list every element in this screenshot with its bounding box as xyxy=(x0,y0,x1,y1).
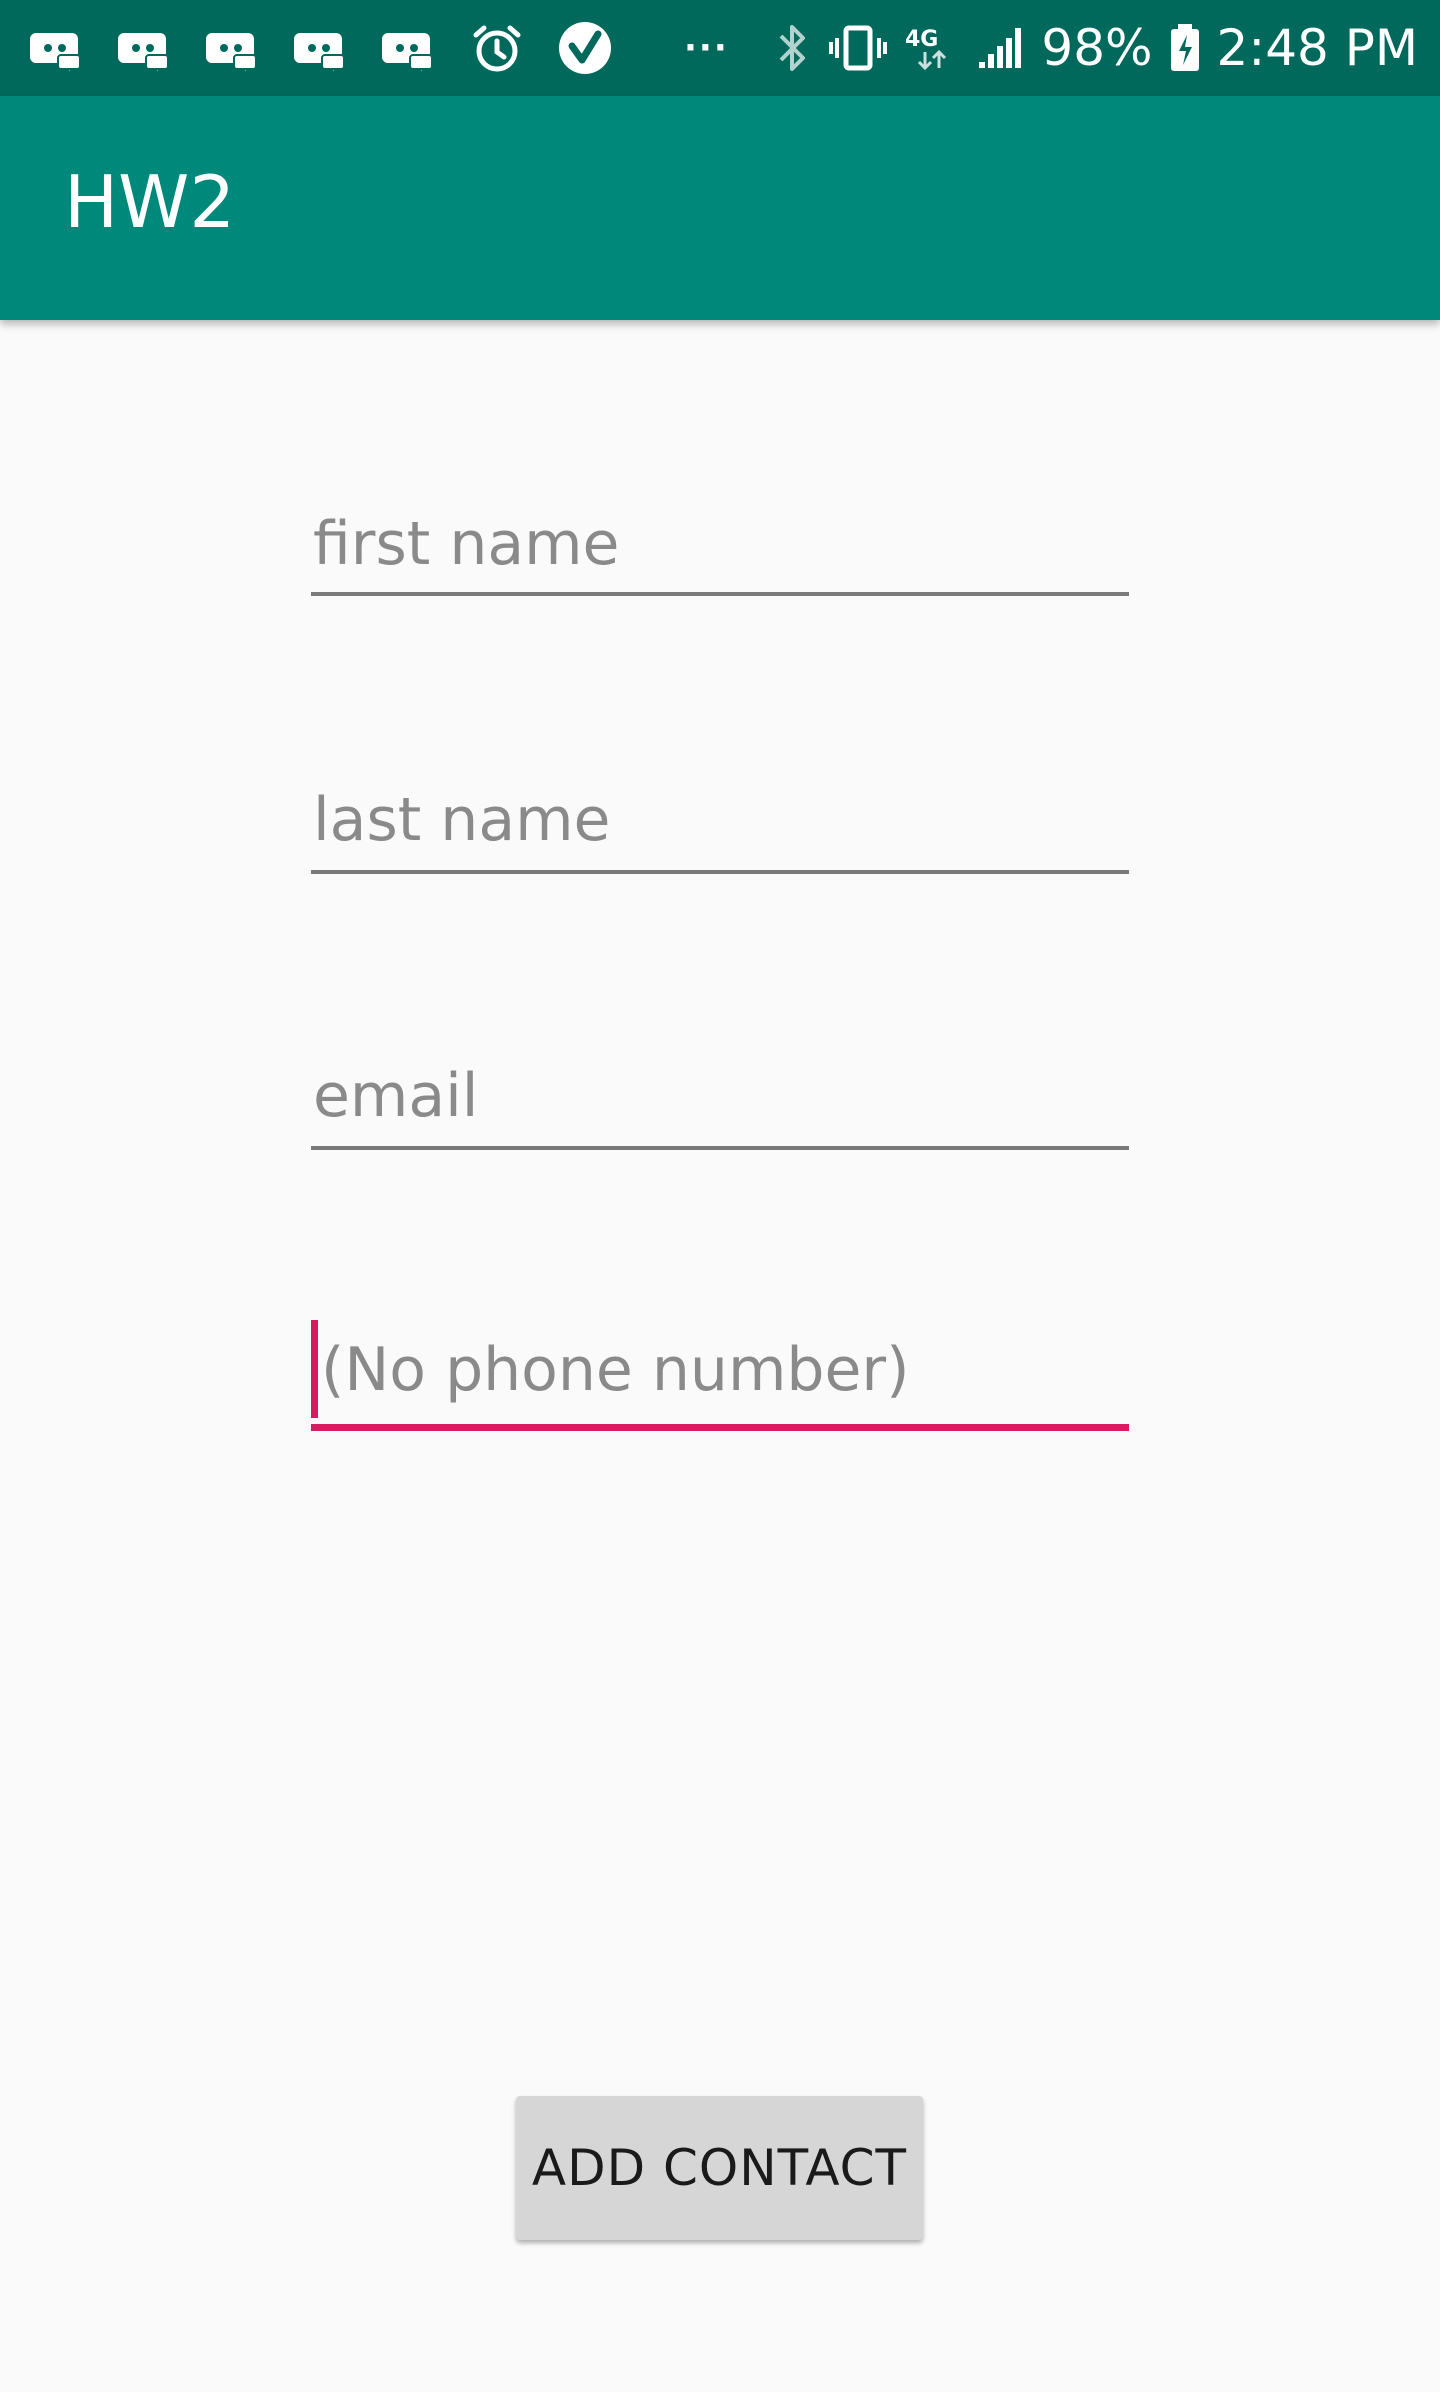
phone-underline xyxy=(311,1424,1129,1431)
add-contact-button[interactable]: ADD CONTACT xyxy=(516,2096,923,2240)
phone-field[interactable] xyxy=(311,1320,1129,1431)
last-name-underline xyxy=(311,870,1129,874)
clock-time: 2:48 PM xyxy=(1216,19,1418,77)
first-name-field[interactable] xyxy=(311,494,1129,604)
last-name-field[interactable] xyxy=(311,770,1129,880)
vibrate-icon xyxy=(827,20,889,76)
first-name-underline xyxy=(311,592,1129,596)
lte-4g-icon: 4G xyxy=(903,20,961,76)
text-cursor xyxy=(311,1320,318,1418)
status-bar: ··· 4G 98% 2:48 PM xyxy=(0,0,1440,96)
discord-icon xyxy=(28,19,86,77)
bluetooth-icon xyxy=(773,20,813,76)
signal-icon xyxy=(975,20,1027,76)
system-status: 4G 98% 2:48 PM xyxy=(773,0,1418,96)
email-field[interactable] xyxy=(311,1046,1129,1156)
notification-icons: ··· xyxy=(28,0,729,96)
app-title: HW2 xyxy=(64,160,236,244)
discord-icon xyxy=(204,19,262,77)
discord-icon xyxy=(292,19,350,77)
phone-input[interactable] xyxy=(311,1320,1129,1420)
checkmark-circle-icon xyxy=(556,19,614,77)
discord-icon xyxy=(380,19,438,77)
email-underline xyxy=(311,1146,1129,1150)
email-input[interactable] xyxy=(311,1046,1129,1146)
battery-charging-icon xyxy=(1167,20,1203,76)
app-bar: HW2 xyxy=(0,96,1440,320)
last-name-input[interactable] xyxy=(311,770,1129,870)
discord-icon xyxy=(116,19,174,77)
alarm-clock-icon xyxy=(468,19,526,77)
first-name-input[interactable] xyxy=(311,494,1129,594)
battery-percent: 98% xyxy=(1041,19,1153,77)
network-type-label: 4G xyxy=(905,27,938,52)
overflow-dots: ··· xyxy=(684,28,729,68)
